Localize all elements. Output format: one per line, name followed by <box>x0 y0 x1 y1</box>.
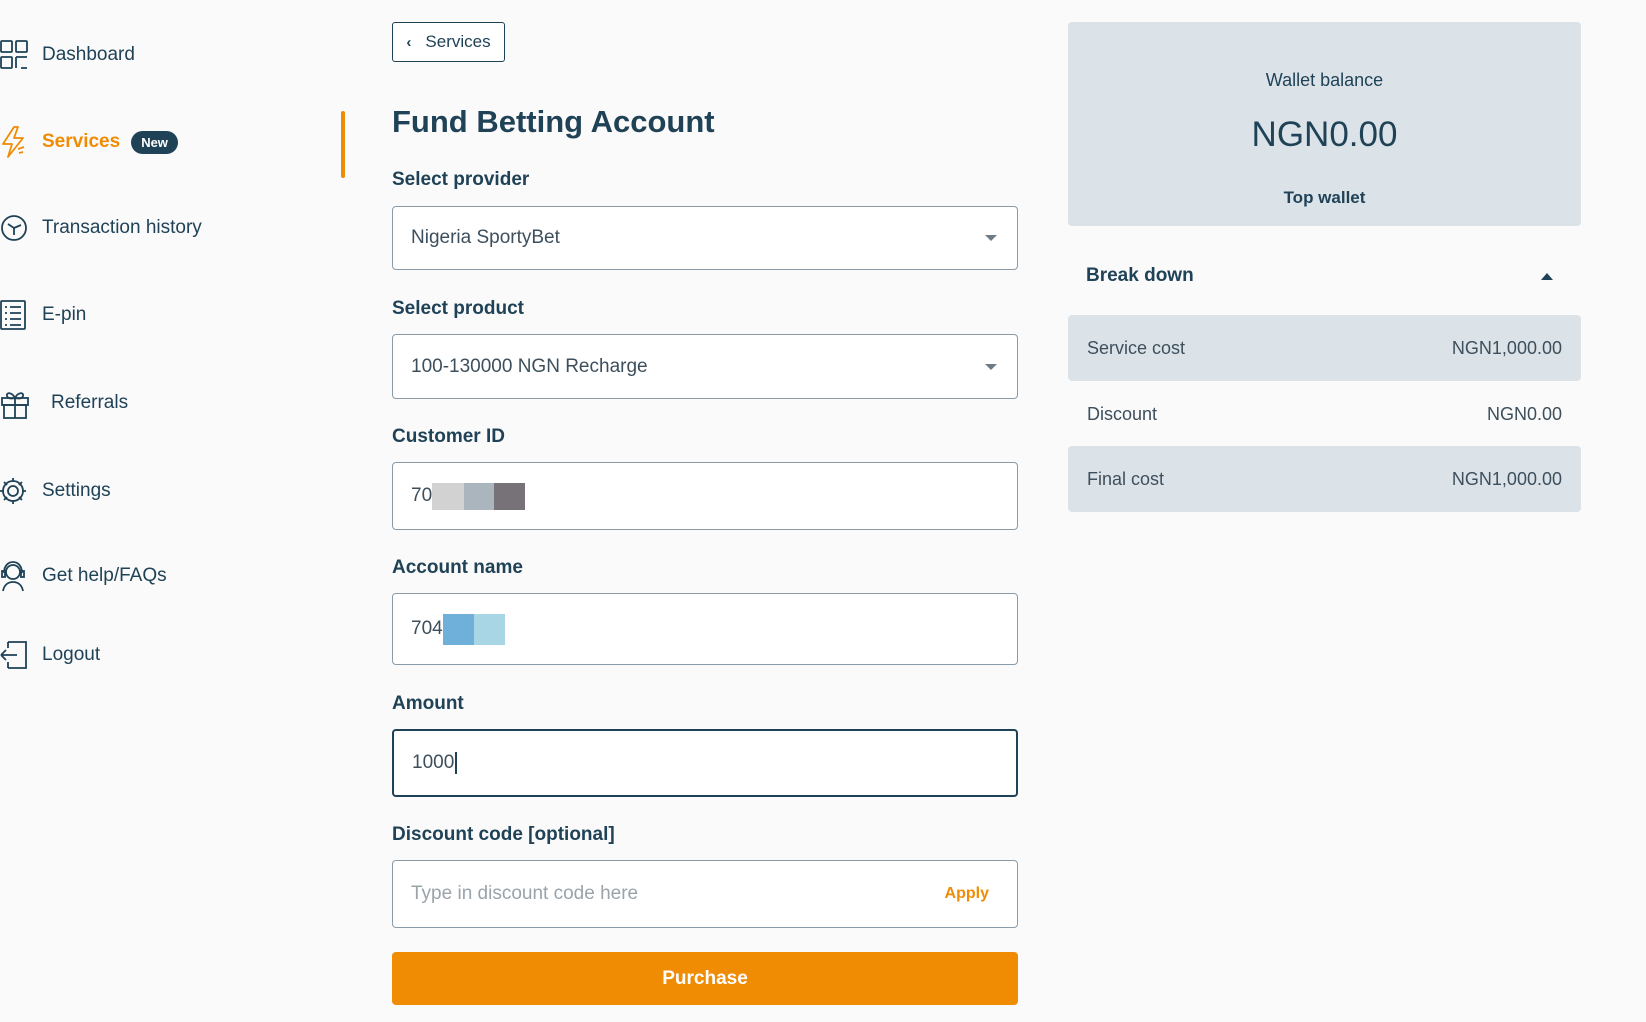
list-icon <box>0 298 30 332</box>
logout-icon <box>0 638 30 672</box>
dashboard-icon <box>0 38 30 72</box>
caret-up-icon <box>1541 272 1553 280</box>
redacted-block <box>442 613 474 645</box>
wallet-amount: NGN0.00 <box>1251 115 1398 154</box>
sidebar-item-label: Logout <box>42 644 101 665</box>
breakdown-toggle[interactable]: Break down <box>1068 256 1581 296</box>
redacted-block <box>464 482 495 510</box>
discount-label: Discount code [optional] <box>392 824 615 845</box>
product-label: Select product <box>392 298 524 319</box>
caret-down-icon <box>985 235 997 241</box>
top-wallet-button[interactable]: Top wallet <box>1068 188 1581 208</box>
active-indicator <box>341 111 345 178</box>
sidebar: Dashboard Services New Transaction histo… <box>0 0 346 1022</box>
sidebar-item-label: Settings <box>42 480 111 501</box>
sidebar-item-logout[interactable]: Logout <box>0 635 100 675</box>
account-name-field[interactable]: 704 <box>392 593 1018 665</box>
lightning-icon <box>0 125 30 159</box>
sidebar-item-e-pin[interactable]: E-pin <box>0 295 86 335</box>
customer-id-value: 70 <box>411 485 433 506</box>
breakdown-row-final-cost: Final cost NGN1,000.00 <box>1068 446 1581 512</box>
text-cursor <box>455 752 457 774</box>
amount-field[interactable]: 1000 <box>392 729 1018 797</box>
sidebar-item-services[interactable]: Services New <box>0 122 178 162</box>
sidebar-item-label: Get help/FAQs <box>42 565 167 586</box>
support-agent-icon <box>0 559 30 593</box>
sidebar-item-label: E-pin <box>42 304 87 325</box>
gift-icon <box>0 386 30 420</box>
sidebar-item-dashboard[interactable]: Dashboard <box>0 35 135 75</box>
provider-label: Select provider <box>392 169 530 190</box>
amount-value: 1000 <box>412 752 455 773</box>
purchase-button[interactable]: Purchase <box>392 952 1018 1005</box>
sidebar-item-label: Referrals <box>51 392 129 413</box>
sidebar-item-label: Dashboard <box>42 44 135 65</box>
redacted-block <box>473 613 505 645</box>
row-label: Discount <box>1087 403 1158 424</box>
caret-down-icon <box>985 363 997 370</box>
sidebar-item-settings[interactable]: Settings <box>0 471 111 511</box>
row-value: NGN0.00 <box>1486 403 1562 424</box>
chevron-left-icon: ‹ <box>406 33 412 51</box>
sidebar-item-transaction-history[interactable]: Transaction history <box>0 208 202 248</box>
wallet-title: Wallet balance <box>1265 70 1384 90</box>
redacted-block <box>432 482 465 510</box>
customer-id-label: Customer ID <box>392 426 505 447</box>
product-value: 100-130000 NGN Recharge <box>411 355 648 377</box>
page-title: Fund Betting Account <box>392 104 715 139</box>
row-value: NGN1,000.00 <box>1451 337 1562 358</box>
discount-input[interactable] <box>411 883 999 905</box>
customer-id-field[interactable]: 70 <box>392 462 1018 530</box>
breakdown-row-discount: Discount NGN0.00 <box>1068 381 1581 447</box>
history-icon <box>0 211 30 245</box>
sidebar-item-referrals[interactable]: Referrals <box>0 383 128 423</box>
provider-select[interactable]: Nigeria SportyBet <box>392 206 1018 270</box>
new-badge: New <box>131 130 178 154</box>
row-label: Service cost <box>1087 337 1186 358</box>
discount-field[interactable]: Apply <box>392 860 1018 928</box>
apply-button[interactable]: Apply <box>945 885 989 903</box>
back-button[interactable]: ‹ Services <box>392 22 505 62</box>
sidebar-item-label: Transaction history <box>42 217 202 238</box>
breakdown-title: Break down <box>1086 265 1194 286</box>
sidebar-item-label: Services <box>42 131 121 152</box>
sidebar-item-help[interactable]: Get help/FAQs <box>0 556 167 596</box>
provider-value: Nigeria SportyBet <box>411 227 560 248</box>
back-button-label: Services <box>425 32 491 51</box>
gear-icon <box>0 474 30 508</box>
account-name-label: Account name <box>392 557 523 578</box>
redacted-block <box>494 482 526 510</box>
breakdown-row-service-cost: Service cost NGN1,000.00 <box>1068 315 1581 381</box>
product-select[interactable]: 100-130000 NGN Recharge <box>392 334 1018 399</box>
row-label: Final cost <box>1087 468 1165 489</box>
amount-label: Amount <box>392 693 464 714</box>
account-name-value: 704 <box>411 618 443 639</box>
wallet-card: Wallet balance NGN0.00 Top wallet <box>1068 22 1581 226</box>
row-value: NGN1,000.00 <box>1451 468 1562 489</box>
